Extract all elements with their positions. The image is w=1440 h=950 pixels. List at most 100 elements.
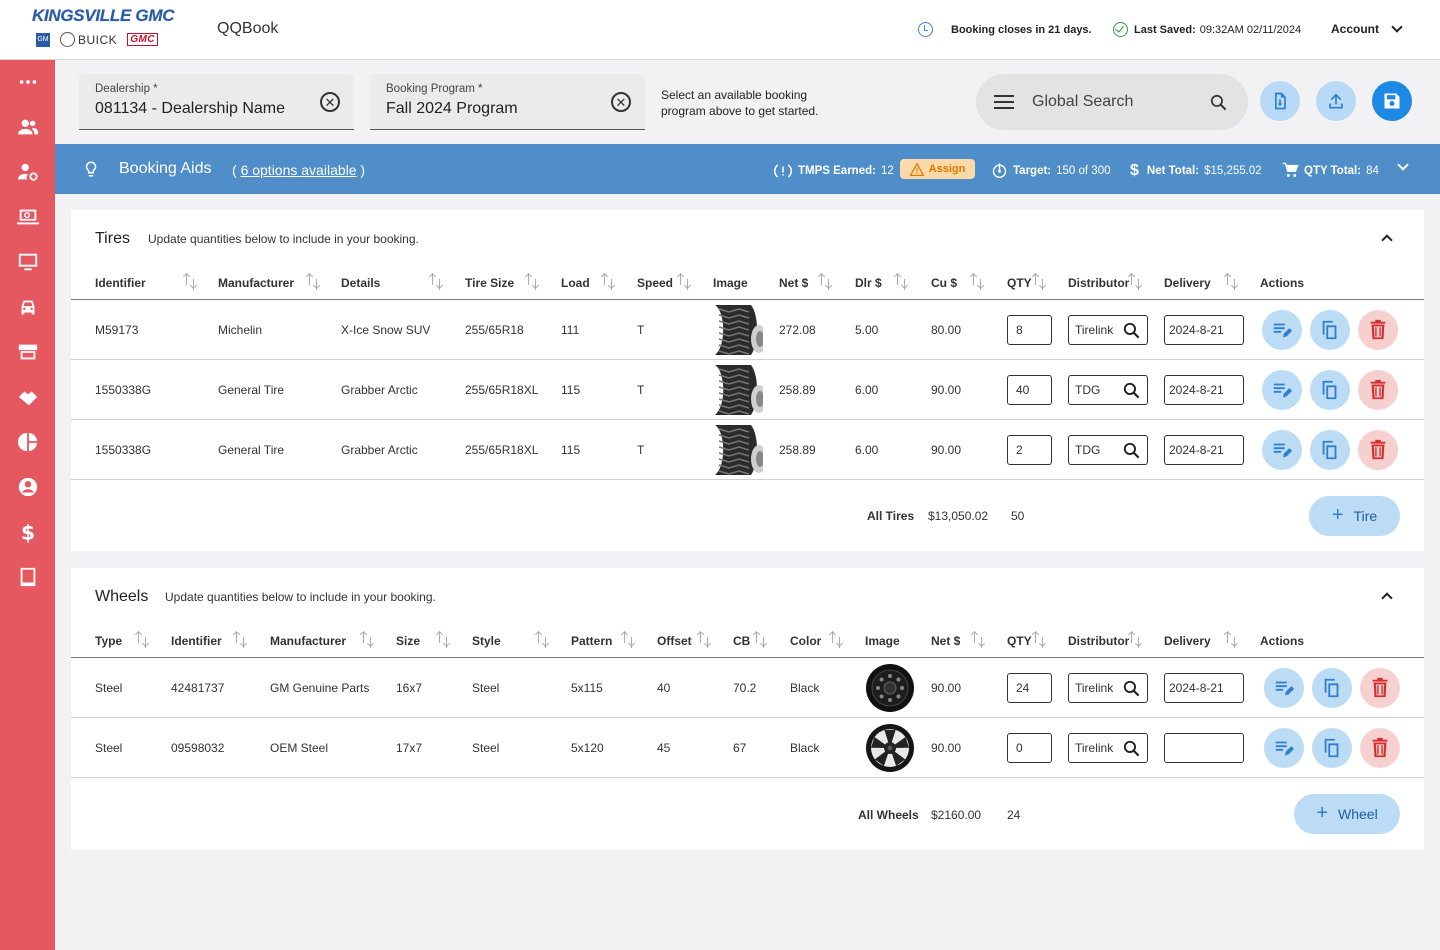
upload-button[interactable] (1316, 81, 1356, 121)
sort-icon[interactable] (134, 630, 150, 649)
booking-aids-options[interactable]: ( 6 options available ) (232, 162, 365, 178)
col-header-delivery[interactable]: Delivery (1164, 630, 1260, 649)
users-icon[interactable] (17, 116, 39, 138)
more-icon[interactable] (17, 71, 39, 93)
expand-aids-chevron-icon[interactable] (1397, 159, 1409, 171)
qty-input[interactable]: 24 (1007, 673, 1052, 703)
edit-button[interactable] (1264, 668, 1304, 708)
sort-icon[interactable] (620, 630, 636, 649)
qty-input[interactable]: 2 (1007, 435, 1052, 465)
delete-button[interactable] (1360, 668, 1400, 708)
sort-icon[interactable] (893, 272, 909, 291)
import-button[interactable] (1260, 81, 1300, 121)
edit-button[interactable] (1262, 310, 1302, 350)
col-header-image[interactable]: Image (865, 634, 931, 648)
col-header-actions[interactable]: Actions (1260, 276, 1411, 290)
col-header-load[interactable]: Load (561, 272, 637, 291)
monitor-icon[interactable] (17, 251, 39, 273)
car-icon[interactable] (17, 296, 39, 318)
col-header-size[interactable]: Size (396, 630, 472, 648)
menu-icon[interactable] (994, 91, 1014, 113)
sort-icon[interactable] (828, 630, 844, 649)
sort-icon[interactable] (970, 630, 986, 649)
delivery-date-input[interactable]: 2024-8-21 (1164, 673, 1244, 703)
sort-icon[interactable] (817, 272, 833, 291)
handshake-icon[interactable] (17, 386, 39, 408)
user-settings-icon[interactable] (17, 161, 39, 183)
col-header-distributor[interactable]: Distributor (1068, 272, 1164, 291)
sort-icon[interactable] (1031, 630, 1047, 649)
sort-icon[interactable] (428, 272, 444, 291)
col-header-image[interactable]: Image (713, 276, 779, 290)
col-header-identifier[interactable]: Identifier (95, 272, 218, 291)
col-header-actions[interactable]: Actions (1260, 634, 1411, 648)
duplicate-button[interactable] (1312, 668, 1352, 708)
sort-icon[interactable] (1127, 630, 1143, 649)
brand-logo[interactable]: KINGSVILLE GMC GM BUICK GMC (32, 6, 180, 47)
search-icon[interactable] (1122, 739, 1141, 758)
qty-input[interactable]: 40 (1007, 375, 1052, 405)
col-header-details[interactable]: Details (341, 272, 465, 291)
search-icon[interactable] (1122, 441, 1141, 460)
col-header-type[interactable]: Type (95, 630, 171, 649)
sort-icon[interactable] (676, 272, 692, 291)
dollar-icon[interactable]: $ (17, 521, 39, 543)
sort-icon[interactable] (232, 630, 248, 649)
duplicate-button[interactable] (1312, 728, 1352, 768)
col-header-distributor[interactable]: Distributor (1068, 630, 1164, 649)
sort-icon[interactable] (1223, 630, 1239, 649)
col-header-dlr[interactable]: Dlr $ (855, 272, 931, 291)
store-icon[interactable] (17, 341, 39, 363)
book-icon[interactable] (17, 566, 39, 588)
col-header-qty[interactable]: QTY (1007, 272, 1068, 291)
col-header-delivery[interactable]: Delivery (1164, 272, 1260, 291)
qty-input[interactable]: 8 (1007, 315, 1052, 345)
sort-icon[interactable] (969, 272, 985, 291)
col-header-manufacturer[interactable]: Manufacturer (218, 272, 341, 290)
col-header-net[interactable]: Net $ (779, 272, 855, 291)
global-search-input[interactable] (1032, 93, 1192, 111)
col-header-color[interactable]: Color (790, 630, 865, 649)
sort-icon[interactable] (182, 272, 198, 291)
edit-button[interactable] (1264, 728, 1304, 768)
booking-program-field[interactable]: Booking Program * Fall 2024 Program ✕ (370, 74, 645, 130)
add-wheel-button[interactable]: + Wheel (1294, 794, 1400, 834)
delete-button[interactable] (1358, 430, 1398, 470)
delivery-date-input[interactable]: 2024-8-21 (1164, 375, 1244, 405)
duplicate-button[interactable] (1310, 370, 1350, 410)
sort-icon[interactable] (600, 272, 616, 291)
qty-input[interactable]: 0 (1007, 733, 1052, 763)
delivery-date-input[interactable] (1164, 733, 1244, 763)
collapse-wheels-chevron-icon[interactable] (1381, 592, 1393, 604)
dealership-field[interactable]: Dealership * 081134 - Dealership Name ✕ (79, 74, 354, 130)
global-search[interactable] (976, 74, 1248, 130)
sort-icon[interactable] (1127, 272, 1143, 291)
sort-icon[interactable] (359, 630, 375, 649)
laptop-search-icon[interactable] (17, 206, 39, 228)
collapse-tires-chevron-icon[interactable] (1381, 234, 1393, 246)
search-icon[interactable] (1122, 679, 1141, 698)
assign-button[interactable]: Assign (900, 159, 975, 179)
distributor-field[interactable]: TDG (1068, 435, 1148, 465)
col-header-identifier[interactable]: Identifier (171, 630, 270, 649)
sort-icon[interactable] (1223, 272, 1239, 291)
options-link[interactable]: 6 options available (241, 162, 357, 178)
clear-dealership-icon[interactable]: ✕ (320, 92, 340, 112)
duplicate-button[interactable] (1310, 310, 1350, 350)
delete-button[interactable] (1360, 728, 1400, 768)
delete-button[interactable] (1358, 310, 1398, 350)
sort-icon[interactable] (1031, 272, 1047, 291)
col-header-style[interactable]: Style (472, 630, 571, 648)
col-header-cb[interactable]: CB (733, 630, 790, 649)
distributor-field[interactable]: Tirelink (1068, 315, 1148, 345)
delete-button[interactable] (1358, 370, 1398, 410)
col-header-qty[interactable]: QTY (1007, 630, 1068, 649)
sort-icon[interactable] (752, 630, 768, 649)
col-header-offset[interactable]: Offset (657, 630, 733, 648)
pie-chart-icon[interactable] (17, 431, 39, 453)
distributor-field[interactable]: Tirelink (1068, 733, 1148, 763)
col-header-speed[interactable]: Speed (637, 272, 713, 291)
delivery-date-input[interactable]: 2024-8-21 (1164, 435, 1244, 465)
add-tire-button[interactable]: + Tire (1309, 496, 1400, 536)
col-header-manufacturer[interactable]: Manufacturer (270, 630, 396, 649)
